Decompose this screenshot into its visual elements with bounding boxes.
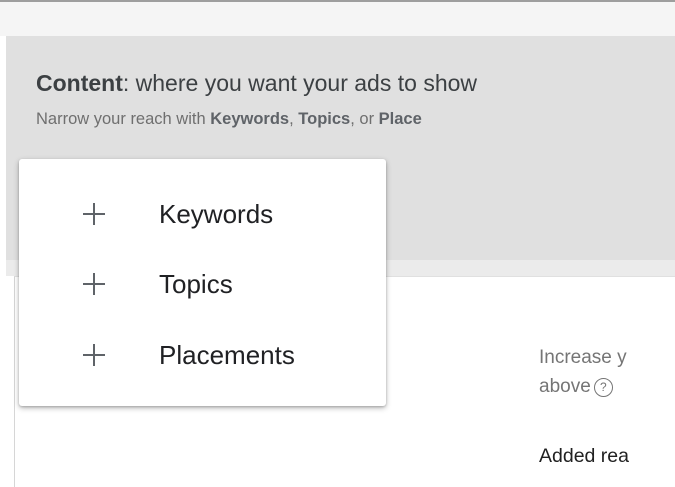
subtitle-keywords: Keywords xyxy=(210,110,290,128)
menu-item-placements[interactable]: Placements xyxy=(19,327,386,383)
subtitle-separator-1: , xyxy=(289,110,299,128)
help-icon[interactable]: ? xyxy=(593,378,613,397)
add-content-menu: Keywords Topics Placements xyxy=(19,159,386,406)
content-heading-bold: Content xyxy=(36,70,123,96)
subtitle-topics: Topics xyxy=(298,110,351,128)
top-strip xyxy=(0,0,675,36)
content-heading: Content: where you want your ads to show xyxy=(36,70,477,97)
content-subtitle: Narrow your reach with Keywords, Topics,… xyxy=(36,110,422,129)
menu-item-placements-label: Placements xyxy=(159,340,295,370)
increase-line-2-text: above xyxy=(539,376,591,397)
menu-item-keywords-label: Keywords xyxy=(159,199,274,229)
content-heading-rest: : where you want your ads to show xyxy=(122,70,478,96)
subtitle-prefix: Narrow your reach with xyxy=(36,110,211,128)
subtitle-placements: Place xyxy=(378,110,422,128)
increase-line-1: Increase y xyxy=(539,347,627,368)
increase-reach-text: Increase y above? xyxy=(539,343,627,401)
plus-icon xyxy=(83,203,105,225)
plus-icon xyxy=(83,344,105,366)
subtitle-separator-2: , or xyxy=(350,110,379,128)
added-reach-label: Added rea xyxy=(539,445,629,467)
plus-icon xyxy=(83,273,105,295)
menu-item-topics-label: Topics xyxy=(159,269,233,299)
menu-item-topics[interactable]: Topics xyxy=(19,256,386,312)
increase-line-2: above? xyxy=(539,372,627,401)
menu-item-keywords[interactable]: Keywords xyxy=(19,186,386,242)
